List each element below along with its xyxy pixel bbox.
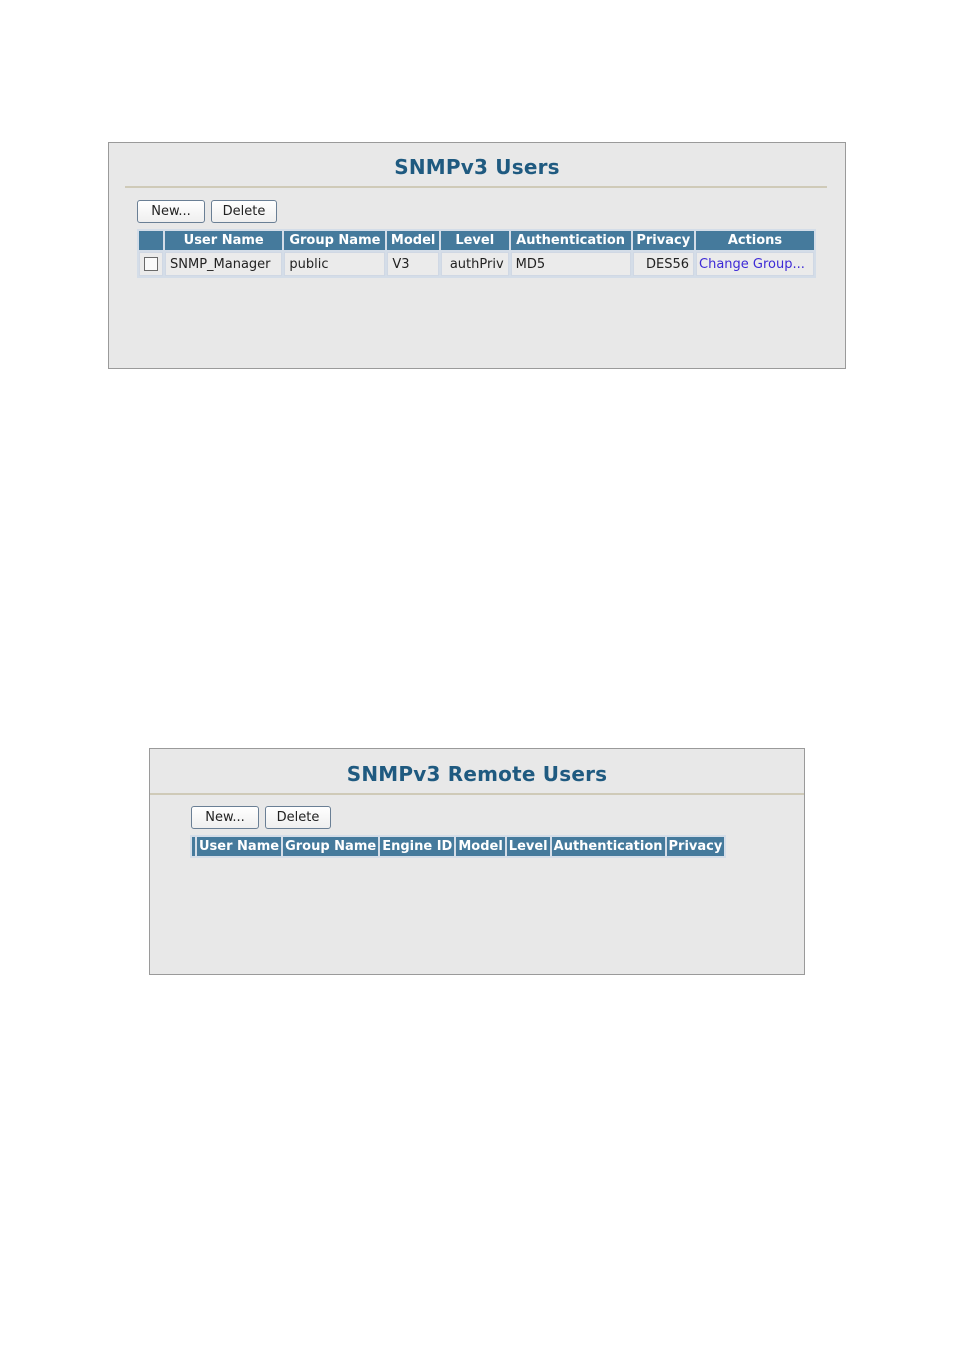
delete-user-button[interactable]: Delete [211,200,277,223]
column-header-privacy: Privacy [632,231,694,250]
change-group-link[interactable]: Change Group... [699,257,805,272]
column-header-group-name: Group Name [283,837,379,856]
table-row: SNMP_Manager public V3 authPriv MD5 DES5… [139,252,814,276]
table-header-row: User Name Group Name Model Level Authent… [139,231,814,250]
users-table: User Name Group Name Model Level Authent… [137,229,816,278]
column-header-select [192,837,195,856]
column-header-user-name: User Name [165,231,283,250]
cell-privacy: DES56 [632,252,694,276]
cell-actions: Change Group... [696,252,814,276]
column-header-model: Model [456,837,505,856]
table-header-row: User Name Group Name Engine ID Model Lev… [192,837,725,856]
column-header-authentication: Authentication [510,231,631,250]
row-select-cell [139,252,163,276]
column-header-authentication: Authentication [551,837,665,856]
column-header-privacy: Privacy [666,837,725,856]
panel-title: SNMPv3 Users [394,155,560,179]
cell-user-name: SNMP_Manager [165,252,283,276]
row-checkbox[interactable] [144,257,158,271]
snmpv3-users-panel: SNMPv3 Users New... Delete User Name Gro… [108,142,846,369]
panel-title: SNMPv3 Remote Users [346,762,608,786]
cell-authentication: MD5 [510,252,631,276]
column-header-engine-id: Engine ID [380,837,455,856]
column-header-level: Level [506,837,550,856]
new-remote-user-button[interactable]: New... [191,806,259,829]
new-user-button[interactable]: New... [137,200,205,223]
cell-model: V3 [387,252,439,276]
title-divider [150,793,804,795]
snmpv3-remote-users-panel: SNMPv3 Remote Users New... Delete User N… [149,748,805,975]
column-header-group-name: Group Name [284,231,386,250]
column-header-level: Level [440,231,509,250]
column-header-user-name: User Name [197,837,282,856]
cell-level: authPriv [440,252,509,276]
column-header-model: Model [387,231,439,250]
remote-users-table: User Name Group Name Engine ID Model Lev… [190,835,727,858]
column-header-actions: Actions [696,231,814,250]
column-header-select [139,231,163,250]
delete-remote-user-button[interactable]: Delete [265,806,331,829]
cell-group-name: public [284,252,386,276]
title-divider [125,186,827,188]
